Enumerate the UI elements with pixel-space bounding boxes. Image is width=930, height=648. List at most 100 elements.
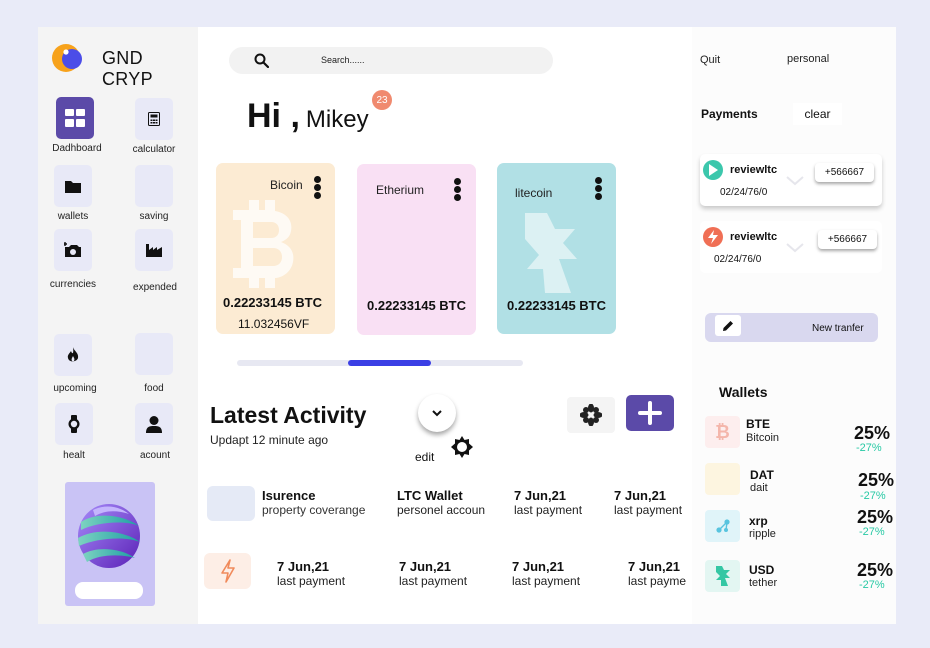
sidebar-item-food[interactable] (135, 333, 173, 375)
sidebar-item-saving[interactable] (135, 165, 173, 207)
activity-col-title: 7 Jun,21 (614, 488, 667, 503)
wallet-name: dait (750, 482, 768, 494)
section-subtitle: Updapt 12 minute ago (210, 433, 329, 447)
watch-icon (68, 415, 80, 433)
chevron-down-icon[interactable] (786, 176, 804, 186)
card-bitcoin[interactable]: Bicoin 0.22233145 BTC 11.032456VF (216, 163, 335, 334)
activity-col-title: LTC Wallet (397, 488, 463, 503)
calculator-icon (148, 112, 160, 126)
sidebar-label-acount: acount (139, 450, 171, 461)
payment-amount[interactable]: +566667 (815, 163, 874, 182)
right-panel: Quit personal Payments clear reviewltc 0… (692, 27, 896, 624)
wallet-percent: 25% (854, 423, 891, 443)
filter-button[interactable] (567, 397, 615, 433)
card-balance: 0.22233145 BTC (507, 298, 607, 313)
new-transfer-button[interactable]: New tranfer (705, 313, 878, 342)
sidebar-item-dashboard[interactable] (56, 97, 94, 139)
dashboard-grid-icon (65, 109, 85, 127)
card-title: Bicoin (270, 178, 303, 192)
sidebar-label-saving: saving (139, 211, 169, 222)
sidebar-label-dashboard: Dadhboard (52, 143, 102, 154)
factory-icon (146, 243, 162, 257)
sidebar-label-currencies: currencies (49, 279, 97, 290)
activity-col-sub: last payment (512, 574, 581, 588)
search-bar[interactable]: Search...... (229, 47, 553, 74)
activity-col-title: 7 Jun,21 (628, 559, 681, 574)
scrollbar-thumb[interactable] (348, 360, 431, 366)
sidebar-item-calculator[interactable] (135, 98, 173, 140)
snowflake-icon (580, 404, 602, 426)
sidebar-item-currencies[interactable] (54, 229, 92, 271)
add-button[interactable] (626, 395, 674, 431)
lightning-icon (220, 559, 235, 583)
payment-name: reviewltc (730, 231, 778, 243)
sidebar-item-healt[interactable] (55, 403, 93, 445)
chevron-down-icon[interactable] (786, 243, 804, 253)
notification-badge[interactable]: 23 (372, 90, 392, 110)
activity-col-sub: last payment (277, 574, 346, 588)
wallet-change: -27% (859, 526, 885, 538)
quit-link[interactable]: Quit (700, 54, 720, 66)
payment-date: 02/24/76/0 (720, 187, 768, 198)
wallet-name: ripple (749, 528, 776, 540)
wallet-name: tether (749, 577, 778, 589)
swirl-avatar-image (78, 504, 140, 568)
card-etherium[interactable]: Etherium 0.22233145 BTC (357, 164, 476, 335)
cards-scrollbar[interactable] (237, 360, 523, 366)
activity-col-sub: last payment (399, 574, 468, 588)
user-icon (146, 415, 162, 433)
section-title: Latest Activity (210, 402, 367, 428)
pencil-icon (715, 315, 741, 336)
wallet-change: -27% (860, 490, 886, 502)
sidebar-label-upcoming: upcoming (53, 383, 97, 394)
clear-button[interactable]: clear (793, 103, 842, 125)
tether-icon (705, 560, 740, 592)
lightning-tile (204, 553, 251, 589)
edit-label[interactable]: edit (415, 450, 434, 464)
wallets-title: Wallets (719, 384, 768, 400)
settings-gear-icon[interactable] (451, 436, 473, 458)
greeting-hi: Hi , (247, 97, 300, 135)
sidebar-item-expended[interactable] (135, 229, 173, 271)
payment-item[interactable]: reviewltc 02/24/76/0 +566667 (700, 154, 882, 206)
dropdown-button[interactable] (418, 394, 456, 432)
wallet-code: DAT (750, 468, 774, 482)
profile-card (65, 482, 155, 606)
ripple-icon (705, 510, 740, 542)
card-menu-icon[interactable] (314, 176, 322, 200)
plus-icon (638, 401, 662, 425)
card-title: Etherium (376, 183, 425, 197)
sidebar-label-healt: healt (63, 450, 85, 461)
sidebar-label-calculator: calculator (132, 144, 176, 155)
card-menu-icon[interactable] (454, 178, 462, 202)
payment-amount[interactable]: +566667 (818, 230, 877, 249)
insurance-icon (207, 486, 255, 521)
activity-col-sub: last payment (514, 503, 583, 517)
card-menu-icon[interactable] (595, 177, 603, 201)
bitcoin-icon (233, 200, 294, 288)
add-camera-icon (64, 242, 81, 257)
personal-tab[interactable]: personal (787, 53, 829, 65)
activity-col-title: 7 Jun,21 (514, 488, 567, 503)
wallet-code: xrp (749, 514, 768, 528)
folder-icon (65, 180, 81, 193)
sidebar-item-upcoming[interactable] (54, 334, 92, 376)
greeting: Hi , Mikey (247, 97, 369, 136)
sidebar-item-wallets[interactable] (54, 165, 92, 207)
payments-title: Payments (701, 107, 758, 121)
sidebar: GND CRYP Dadhboard calculator wallets sa… (38, 27, 198, 624)
payment-date: 02/24/76/0 (714, 254, 762, 265)
profile-button[interactable] (75, 582, 143, 599)
sidebar-label-wallets: wallets (57, 211, 89, 222)
payment-item[interactable]: reviewltc 02/24/76/0 +566667 (700, 221, 882, 273)
activity-col-sub: last payme (628, 574, 687, 588)
activity-col-title: 7 Jun,21 (512, 559, 565, 574)
payment-avatar-icon (703, 227, 723, 247)
card-litecoin[interactable]: litecoin 0.22233145 BTC (497, 163, 616, 334)
sidebar-item-acount[interactable] (135, 403, 173, 445)
search-input[interactable]: Search...... (321, 55, 365, 65)
activity-desc: property coverange (262, 503, 366, 517)
dai-icon (705, 463, 740, 495)
activity-col-title: 7 Jun,21 (399, 559, 452, 574)
wallet-code: USD (749, 563, 775, 577)
